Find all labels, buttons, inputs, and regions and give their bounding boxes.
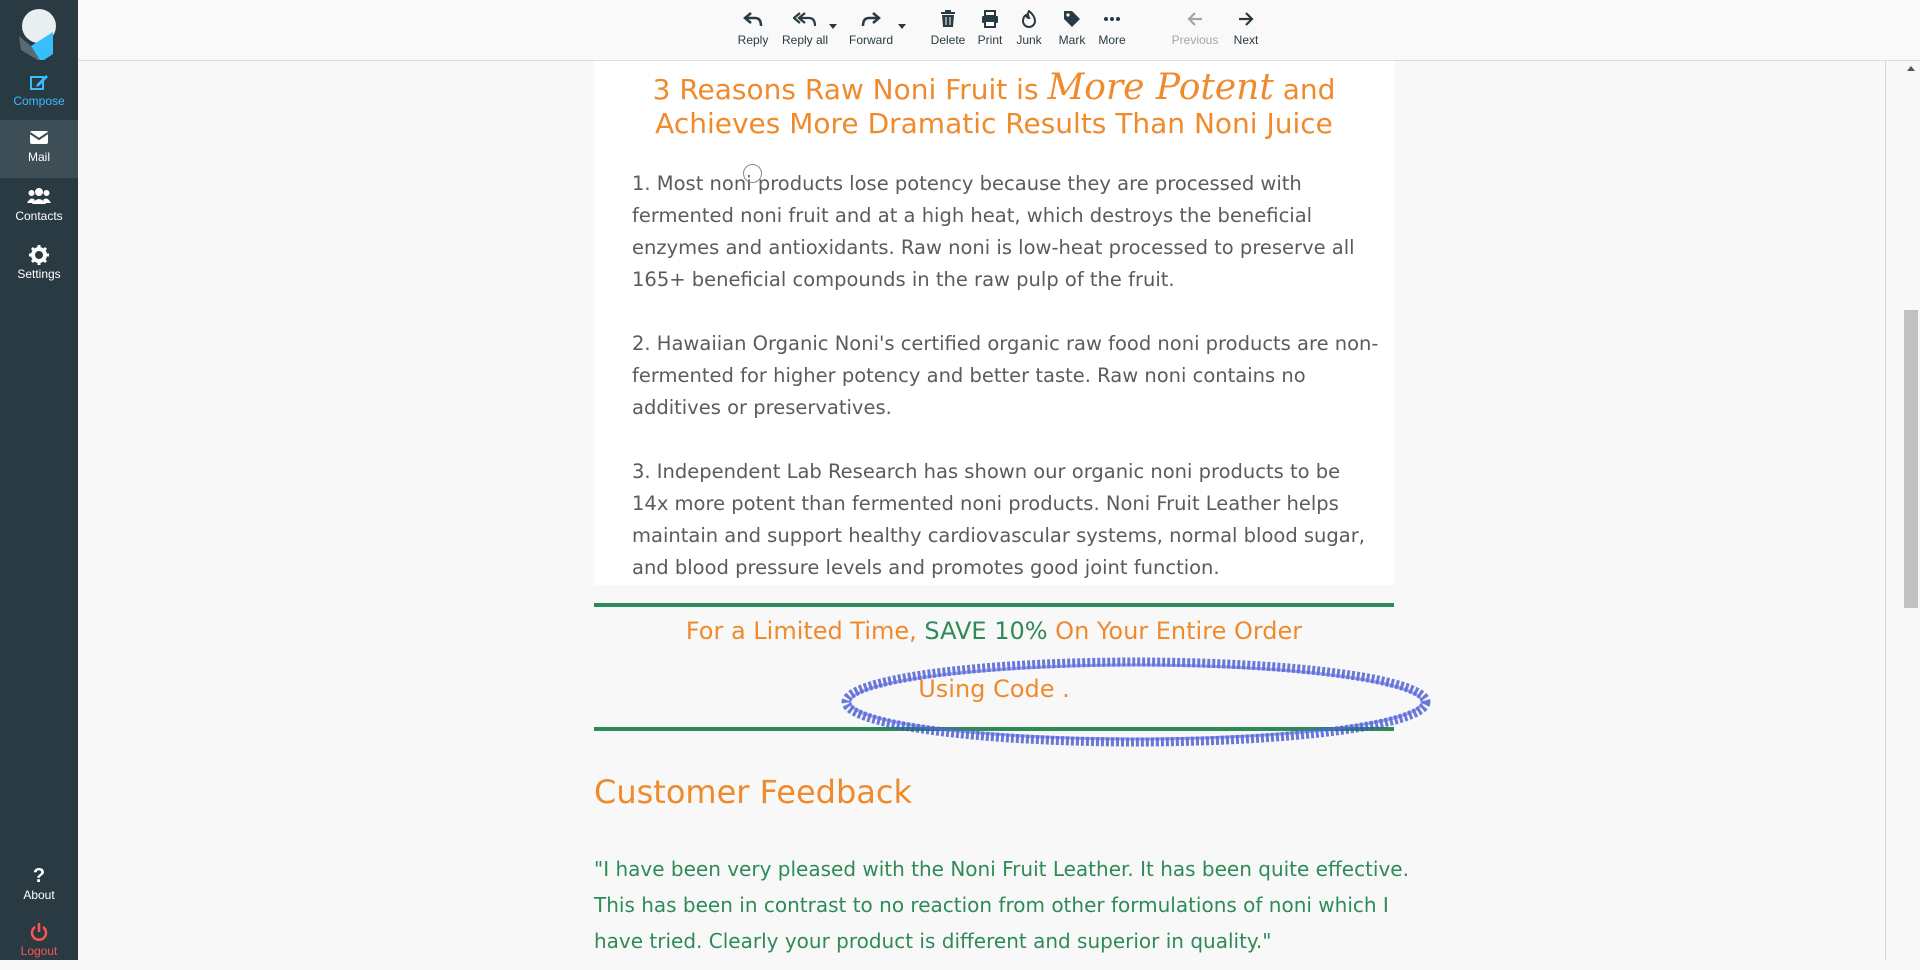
reply-all-icon — [776, 10, 834, 32]
reason-paragraph-3: 3. Independent Lab Research has shown ou… — [632, 460, 1365, 579]
nav-compose-label: Compose — [13, 94, 65, 108]
reply-icon — [732, 10, 774, 32]
forward-label: Forward — [848, 33, 893, 47]
reply-label: Reply — [737, 33, 769, 47]
message-body: 3 Reasons Raw Noni Fruit is More Potent … — [78, 61, 1886, 960]
trash-icon — [926, 10, 970, 32]
reply-all-label: Reply all — [781, 33, 829, 47]
arrow-left-icon — [1168, 10, 1222, 32]
junk-button[interactable]: Junk — [1012, 9, 1046, 56]
scrollbar-thumb[interactable] — [1904, 310, 1918, 608]
next-label: Next — [1233, 33, 1259, 47]
more-label: More — [1098, 33, 1126, 47]
reason-paragraph-2: 2. Hawaiian Organic Noni's certified org… — [632, 332, 1379, 419]
headline-part-1: 3 Reasons Raw Noni Fruit is — [652, 73, 1048, 106]
arrow-right-icon — [1228, 10, 1264, 32]
tag-icon — [1054, 10, 1090, 32]
mouse-cursor-indicator — [743, 164, 762, 183]
settings-icon — [0, 245, 78, 265]
reply-all-button[interactable]: Reply all — [776, 10, 834, 56]
promo-text-1: For a Limited Time, — [685, 617, 925, 645]
forward-icon — [844, 10, 898, 32]
nav-about-label: About — [23, 888, 55, 902]
email-content-box: 3 Reasons Raw Noni Fruit is More Potent … — [594, 61, 1394, 585]
scroll-up-arrow[interactable] — [1907, 66, 1915, 71]
power-icon — [0, 922, 78, 942]
promo-text-2: On Your Entire Order — [1047, 617, 1303, 645]
nav-contacts-label: Contacts — [15, 209, 63, 223]
print-label: Print — [977, 33, 1003, 47]
nav-logout-label: Logout — [20, 944, 58, 958]
forward-button[interactable]: Forward — [844, 10, 898, 56]
nav-settings-label: Settings — [17, 267, 61, 281]
print-icon — [972, 10, 1008, 32]
sidebar: Compose Mail Contacts Settings ? About L… — [0, 0, 78, 960]
promo-offer: For a Limited Time, SAVE 10% On Your Ent… — [594, 617, 1394, 645]
mail-icon — [0, 128, 78, 148]
feedback-title: Customer Feedback — [594, 773, 912, 811]
message-toolbar: Reply Reply all Forward Delete Print Jun… — [78, 0, 1920, 61]
nav-compose[interactable]: Compose — [0, 64, 78, 120]
next-button[interactable]: Next — [1228, 10, 1264, 56]
nav-about[interactable]: ? About — [0, 858, 78, 914]
compose-icon — [0, 72, 78, 92]
print-button[interactable]: Print — [972, 10, 1008, 56]
mark-label: Mark — [1058, 33, 1086, 47]
feedback-quote: "I have been very pleased with the Noni … — [594, 857, 1409, 953]
more-button[interactable]: More — [1094, 10, 1130, 56]
fire-icon — [1012, 9, 1046, 32]
content-right-border — [1885, 61, 1886, 960]
email-headline: 3 Reasons Raw Noni Fruit is More Potent … — [594, 70, 1394, 141]
headline-script: More Potent — [1047, 67, 1274, 108]
reply-button[interactable]: Reply — [732, 10, 774, 56]
nav-logout[interactable]: Logout — [0, 914, 78, 970]
contacts-icon — [0, 187, 78, 207]
previous-label: Previous — [1171, 33, 1219, 47]
forward-dropdown[interactable] — [898, 24, 906, 29]
nav-mail-label: Mail — [27, 150, 50, 164]
more-icon — [1094, 10, 1130, 32]
promo-highlight: SAVE 10% — [924, 617, 1048, 645]
scribble-annotation — [841, 657, 1431, 747]
reason-paragraph-1: 1. Most noni products lose potency becau… — [632, 172, 1355, 291]
nav-settings[interactable]: Settings — [0, 237, 78, 293]
delete-button[interactable]: Delete — [926, 10, 970, 56]
nav-mail[interactable]: Mail — [0, 120, 78, 178]
mark-button[interactable]: Mark — [1054, 10, 1090, 56]
app-logo[interactable] — [11, 6, 65, 60]
previous-button[interactable]: Previous — [1168, 10, 1222, 56]
reply-all-dropdown[interactable] — [829, 24, 837, 29]
nav-contacts[interactable]: Contacts — [0, 179, 78, 235]
junk-label: Junk — [1016, 33, 1042, 47]
question-icon: ? — [32, 865, 46, 887]
delete-label: Delete — [930, 33, 966, 47]
promo-top-rule — [594, 603, 1394, 607]
